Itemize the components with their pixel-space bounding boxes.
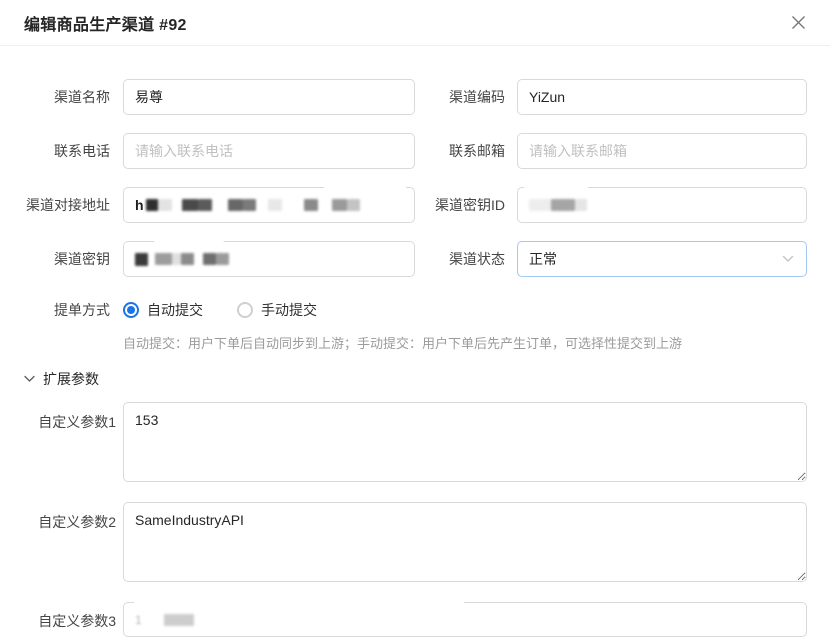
channel-key-id-input[interactable] [517, 187, 807, 223]
modal-title: 编辑商品生产渠道 #92 [24, 11, 187, 35]
form-row: 渠道名称 渠道编码 [14, 79, 830, 115]
radio-option-label: 自动提交 [147, 300, 203, 320]
radio-selected-icon [123, 302, 139, 318]
field-contact-email: 联系邮箱 [415, 133, 807, 169]
radio-manual-submit[interactable]: 手动提交 [237, 300, 317, 320]
contact-email-input[interactable] [517, 133, 807, 169]
custom-param-3-textarea[interactable]: 1 [123, 602, 807, 637]
form-row: 渠道对接地址 h [14, 187, 830, 223]
redacted-value [529, 199, 587, 211]
radio-unselected-icon [237, 302, 253, 318]
contact-phone-label: 联系电话 [14, 141, 110, 161]
channel-api-url-input[interactable]: h [123, 187, 415, 223]
extended-params-section-label: 扩展参数 [43, 369, 99, 389]
chevron-down-icon [782, 255, 794, 263]
field-channel-secret: 渠道密钥 [14, 241, 415, 277]
contact-phone-input[interactable] [123, 133, 415, 169]
redacted-value-prefix: 1 [135, 613, 142, 627]
chevron-down-icon [24, 375, 35, 383]
redaction-blob [324, 179, 406, 195]
custom-param-1-label: 自定义参数1 [14, 402, 116, 432]
close-icon[interactable] [788, 13, 808, 33]
field-custom-param-2: 自定义参数2 SameIndustryAPI [14, 502, 830, 582]
field-channel-api-url: 渠道对接地址 h [14, 187, 415, 223]
form-row: 联系电话 联系邮箱 [14, 133, 830, 169]
channel-name-label: 渠道名称 [14, 87, 110, 107]
redaction-blob [524, 179, 588, 193]
channel-api-url-label: 渠道对接地址 [14, 195, 110, 215]
field-channel-name: 渠道名称 [14, 79, 415, 115]
custom-param-1-textarea[interactable]: 153 [123, 402, 807, 482]
custom-param-2-textarea[interactable]: SameIndustryAPI [123, 502, 807, 582]
modal-header: 编辑商品生产渠道 #92 [0, 0, 830, 46]
redaction-blob [154, 233, 224, 246]
field-submit-mode: 提单方式 自动提交 手动提交 [14, 300, 830, 320]
redaction-blob [134, 593, 464, 609]
channel-secret-label: 渠道密钥 [14, 249, 110, 269]
redacted-value [135, 253, 229, 266]
field-custom-param-3: 自定义参数3 1 [14, 602, 830, 637]
radio-auto-submit[interactable]: 自动提交 [123, 300, 203, 320]
channel-code-label: 渠道编码 [415, 87, 505, 107]
channel-code-input[interactable] [517, 79, 807, 115]
custom-param-2-label: 自定义参数2 [14, 502, 116, 532]
redacted-value-prefix: h [135, 197, 144, 213]
field-channel-code: 渠道编码 [415, 79, 807, 115]
edit-channel-form: 渠道名称 渠道编码 联系电话 联系邮箱 渠道对接地址 h [0, 46, 830, 637]
submit-mode-help-text: 自动提交：用户下单后自动同步到上游；手动提交：用户下单后先产生订单，可选择性提交… [123, 333, 830, 352]
field-channel-status: 渠道状态 正常 [415, 241, 807, 277]
channel-status-value: 正常 [529, 249, 557, 269]
field-channel-key-id: 渠道密钥ID [415, 187, 807, 223]
field-custom-param-1: 自定义参数1 153 [14, 402, 830, 482]
extended-params-section-toggle[interactable]: 扩展参数 [24, 369, 830, 389]
channel-status-select[interactable]: 正常 [517, 241, 807, 277]
contact-email-label: 联系邮箱 [415, 141, 505, 161]
channel-name-input[interactable] [123, 79, 415, 115]
field-contact-phone: 联系电话 [14, 133, 415, 169]
form-row: 渠道密钥 渠道状态 [14, 241, 830, 277]
channel-secret-input[interactable] [123, 241, 415, 277]
channel-status-label: 渠道状态 [415, 249, 505, 269]
redacted-value [164, 614, 194, 626]
submit-mode-label: 提单方式 [14, 300, 110, 320]
redacted-value [146, 199, 360, 211]
channel-key-id-label: 渠道密钥ID [415, 195, 505, 215]
custom-param-3-label: 自定义参数3 [14, 602, 116, 631]
radio-option-label: 手动提交 [261, 300, 317, 320]
